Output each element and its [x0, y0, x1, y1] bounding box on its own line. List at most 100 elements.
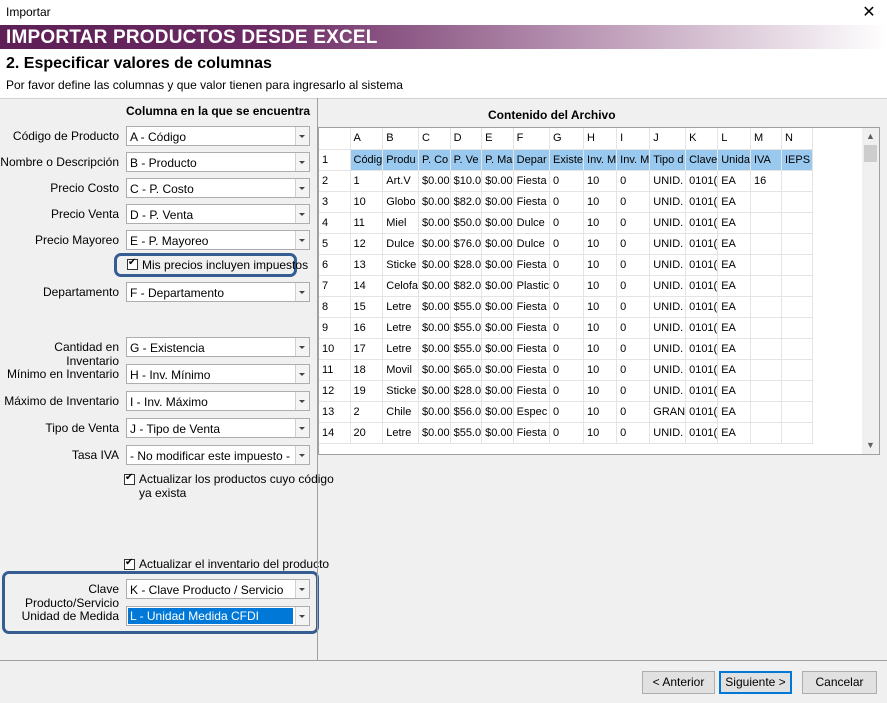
grid-cell[interactable]: 0101( — [685, 338, 719, 360]
grid-cell[interactable]: $0.00 — [481, 317, 514, 339]
grid-cell[interactable]: $0.00 — [481, 422, 514, 444]
row-number[interactable]: 8 — [319, 296, 351, 318]
grid-cell[interactable]: $76.0 — [450, 233, 483, 255]
grid-cell[interactable]: $28.0 — [450, 380, 483, 402]
grid-cell[interactable]: $0.00 — [481, 233, 514, 255]
grid-cell[interactable] — [750, 275, 782, 297]
grid-cell[interactable]: Produ — [382, 149, 420, 171]
table-row[interactable]: 4 11 Miel $0.00 $50.0 $0.00 Dulce 0 10 0 UNID. 0101… — [319, 212, 813, 234]
grid-cell[interactable]: 0 — [616, 275, 651, 297]
grid-cell[interactable]: Letre — [382, 422, 420, 444]
grid-cell[interactable]: $55.0 — [450, 422, 483, 444]
grid-cell[interactable] — [750, 338, 782, 360]
table-row[interactable]: 14 20 Letre $0.00 $55.0 $0.00 Fiesta 0 10 0 UNID. 0… — [319, 422, 813, 444]
grid-cell[interactable]: EA — [717, 380, 751, 402]
grid-cell[interactable]: $0.00 — [418, 170, 451, 192]
scroll-down-icon[interactable]: ▼ — [862, 437, 879, 454]
grid-cell[interactable] — [750, 422, 782, 444]
grid-cell[interactable]: $0.00 — [418, 212, 451, 234]
grid-cell[interactable]: EA — [717, 401, 751, 423]
grid-column-header[interactable]: N — [781, 128, 813, 150]
grid-cell[interactable] — [781, 275, 813, 297]
grid-cell[interactable] — [781, 401, 813, 423]
grid-cell[interactable] — [781, 380, 813, 402]
grid-cell[interactable]: 14 — [350, 275, 384, 297]
grid-cell[interactable]: 0 — [616, 359, 651, 381]
grid-cell[interactable]: IEPS — [781, 149, 813, 171]
grid-cell[interactable] — [781, 254, 813, 276]
combo-unidad-medida[interactable]: L - Unidad Medida CFDI — [126, 606, 310, 626]
grid-cell[interactable]: $0.00 — [481, 296, 514, 318]
checkbox-update-existing[interactable] — [124, 472, 135, 485]
grid-cell[interactable]: 16 — [750, 170, 782, 192]
grid-cell[interactable] — [750, 254, 782, 276]
row-number[interactable]: 1 — [319, 149, 351, 171]
grid-cell[interactable]: Fiesta — [513, 191, 551, 213]
grid-cell[interactable]: Fiesta — [513, 359, 551, 381]
grid-cell[interactable]: $0.00 — [481, 212, 514, 234]
grid-cell[interactable]: $0.00 — [481, 338, 514, 360]
grid-cell[interactable]: Letre — [382, 338, 420, 360]
back-button[interactable]: < Anterior — [642, 671, 715, 694]
row-number[interactable]: 4 — [319, 212, 351, 234]
grid-cell[interactable]: $56.0 — [450, 401, 483, 423]
grid-column-header[interactable]: A — [350, 128, 384, 150]
grid-cell[interactable]: Fiesta — [513, 338, 551, 360]
grid-cell[interactable]: UNID. — [649, 233, 687, 255]
grid-cell[interactable]: EA — [717, 338, 751, 360]
grid-cell[interactable]: EA — [717, 275, 751, 297]
grid-cell[interactable]: Depar — [513, 149, 551, 171]
scroll-thumb[interactable] — [864, 145, 877, 162]
grid-cell[interactable]: 0 — [549, 233, 585, 255]
grid-cell[interactable]: 0101( — [685, 212, 719, 234]
grid-cell[interactable]: UNID. — [649, 380, 687, 402]
combo-precio-costo[interactable]: C - P. Costo — [126, 178, 310, 198]
combo-clave-producto[interactable]: K - Clave Producto / Servicio — [126, 579, 310, 599]
grid-cell[interactable]: Globo — [382, 191, 420, 213]
combo-cantidad[interactable]: G - Existencia — [126, 337, 310, 357]
grid-cell[interactable]: 0 — [616, 296, 651, 318]
grid-cell[interactable]: Chile — [382, 401, 420, 423]
grid-cell[interactable]: $82.0 — [450, 275, 483, 297]
next-button[interactable]: Siguiente > — [719, 671, 792, 694]
grid-column-header[interactable]: G — [549, 128, 585, 150]
grid-cell[interactable]: 0 — [616, 233, 651, 255]
grid-cell[interactable]: EA — [717, 233, 751, 255]
grid-cell[interactable]: UNID. — [649, 170, 687, 192]
grid-cell[interactable]: IVA — [750, 149, 782, 171]
grid-cell[interactable] — [781, 338, 813, 360]
checkbox-update-inventory[interactable] — [124, 557, 135, 570]
grid-cell[interactable]: 10 — [583, 359, 618, 381]
grid-cell[interactable]: UNID. — [649, 338, 687, 360]
close-icon[interactable]: ✕ — [859, 2, 879, 22]
row-number[interactable]: 10 — [319, 338, 351, 360]
table-row[interactable]: 6 13 Sticke $0.00 $28.0 $0.00 Fiesta 0 10 0 UNID. 0… — [319, 254, 813, 276]
grid-cell[interactable] — [781, 191, 813, 213]
grid-cell[interactable]: $0.00 — [418, 233, 451, 255]
chevron-down-icon[interactable] — [295, 338, 309, 356]
grid-cell[interactable]: EA — [717, 317, 751, 339]
grid-cell[interactable]: Fiesta — [513, 380, 551, 402]
grid-cell[interactable]: 15 — [350, 296, 384, 318]
grid-cell[interactable]: 16 — [350, 317, 384, 339]
grid-cell[interactable]: Sticke — [382, 380, 420, 402]
grid-cell[interactable]: UNID. — [649, 191, 687, 213]
grid-cell[interactable] — [781, 296, 813, 318]
grid-column-header[interactable]: F — [513, 128, 551, 150]
grid-cell[interactable]: EA — [717, 191, 751, 213]
grid-cell[interactable]: 0101( — [685, 233, 719, 255]
grid-cell[interactable]: $0.00 — [418, 317, 451, 339]
grid-column-header[interactable] — [319, 128, 351, 150]
grid-cell[interactable] — [781, 359, 813, 381]
grid-cell[interactable] — [781, 170, 813, 192]
grid-cell[interactable]: EA — [717, 254, 751, 276]
chevron-down-icon[interactable] — [295, 365, 309, 383]
grid-cell[interactable]: $65.0 — [450, 359, 483, 381]
grid-cell[interactable]: 10 — [583, 317, 618, 339]
grid-cell[interactable]: 0101( — [685, 191, 719, 213]
grid-cell[interactable]: 0 — [616, 212, 651, 234]
grid-cell[interactable]: 12 — [350, 233, 384, 255]
grid-cell[interactable]: 0 — [616, 191, 651, 213]
grid-cell[interactable]: $0.00 — [481, 275, 514, 297]
grid-cell[interactable]: Dulce — [513, 233, 551, 255]
